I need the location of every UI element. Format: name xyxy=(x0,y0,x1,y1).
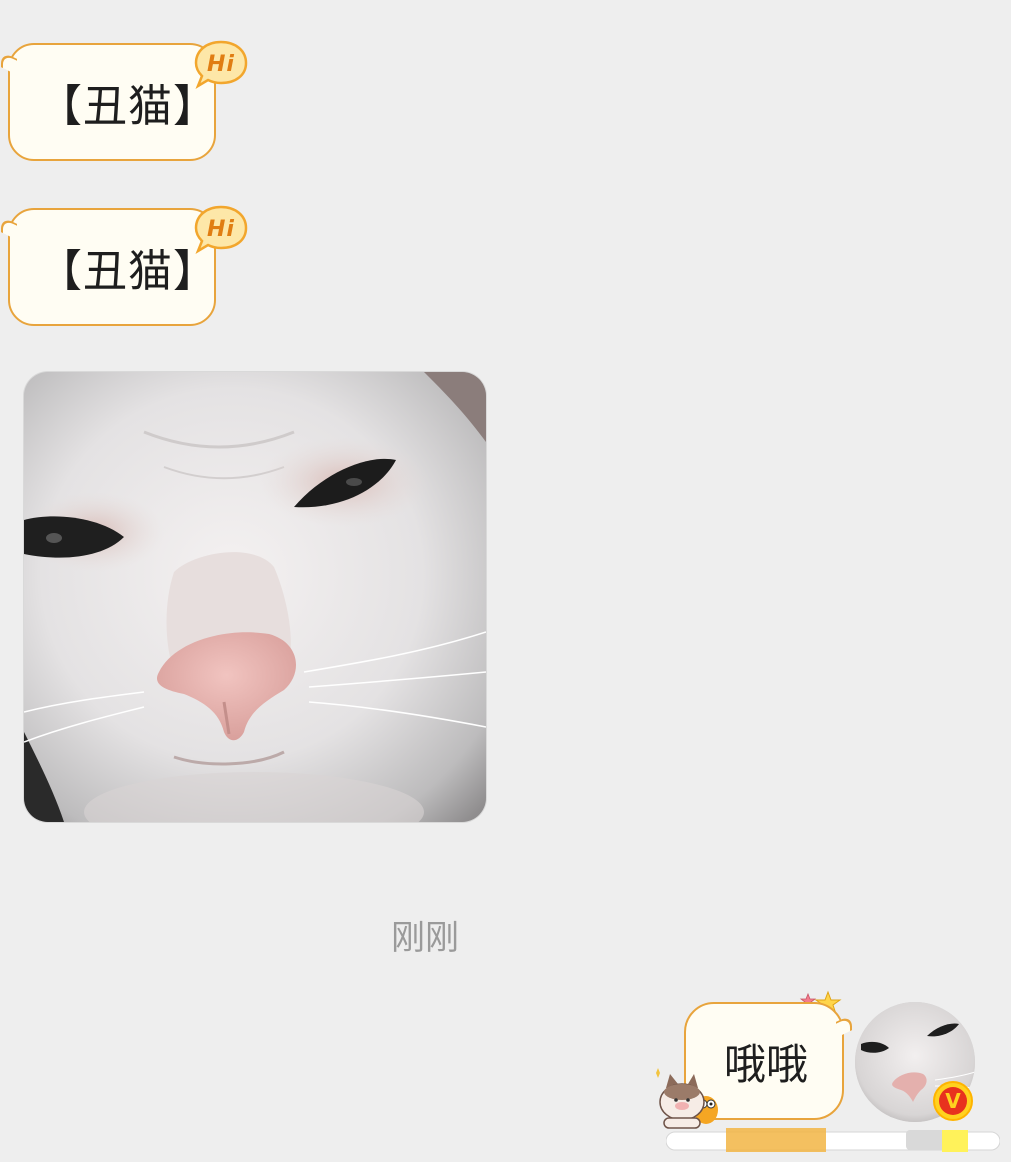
message-timestamp: 刚刚 xyxy=(391,918,459,958)
hi-badge-icon: Hi xyxy=(194,205,248,254)
image-message[interactable] xyxy=(24,372,486,822)
message-text: 哦哦 xyxy=(723,1039,808,1089)
vip-badge-text: V xyxy=(945,1089,961,1113)
bubble-footer-decoration xyxy=(666,1128,1000,1152)
cat-face-photo-icon xyxy=(24,372,486,822)
vip-badge-icon: V xyxy=(933,1081,973,1121)
chat-window: 【丑猫】 Hi 【丑猫】 Hi 刚刚 哦哦 V xyxy=(0,0,1011,1162)
hi-badge-icon: Hi xyxy=(194,40,248,89)
hi-badge-text: Hi xyxy=(207,217,235,242)
message-text: 【丑猫】 xyxy=(38,246,218,297)
received-message-bubble[interactable]: 【丑猫】 Hi xyxy=(1,205,248,326)
cartoon-cat-sticker-icon xyxy=(656,1068,718,1129)
bubble-tail xyxy=(836,1014,852,1038)
hi-badge-text: Hi xyxy=(207,52,235,77)
received-message-bubble[interactable]: 【丑猫】 Hi xyxy=(1,40,248,161)
bubble-tail xyxy=(1,216,17,240)
message-text: 【丑猫】 xyxy=(38,81,218,132)
bubble-tail xyxy=(1,51,17,75)
